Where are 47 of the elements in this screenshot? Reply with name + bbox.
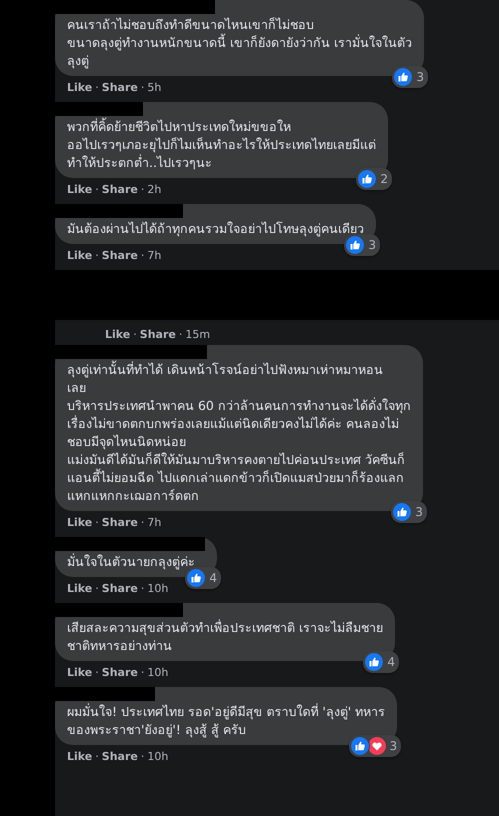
reaction-count[interactable]: 4 <box>363 651 399 673</box>
reaction-count[interactable]: 4 <box>185 567 221 589</box>
like-link[interactable]: Like <box>67 183 92 196</box>
share-link[interactable]: Share <box>102 183 138 196</box>
separator-dot: · <box>140 516 144 529</box>
share-link[interactable]: Share <box>102 666 138 679</box>
like-link[interactable]: Like <box>105 328 130 341</box>
share-link[interactable]: Share <box>102 249 138 262</box>
comment-time: 10h <box>147 666 168 679</box>
like-link[interactable]: Like <box>67 582 92 595</box>
separator-dot: · <box>140 582 144 595</box>
reaction-count[interactable]: 3 <box>392 66 428 88</box>
reaction-count[interactable]: 3 <box>344 234 380 256</box>
comment-time: 5h <box>147 81 162 94</box>
separator-dot: · <box>140 183 144 196</box>
reaction-count[interactable]: 2 <box>356 168 392 190</box>
comment-time: 7h <box>147 516 162 529</box>
like-link[interactable]: Like <box>67 666 92 679</box>
separator-dot: · <box>133 328 137 341</box>
like-link[interactable]: Like <box>67 81 92 94</box>
separator-dot: · <box>140 249 144 262</box>
separator-dot: · <box>95 249 99 262</box>
separator-dot: · <box>140 81 144 94</box>
share-link[interactable]: Share <box>102 81 138 94</box>
separator-dot: · <box>178 328 182 341</box>
separator-dot: · <box>95 666 99 679</box>
share-link[interactable]: Share <box>102 750 138 763</box>
comment-time: 15m <box>185 328 210 341</box>
comment-time: 7h <box>147 249 162 262</box>
like-link[interactable]: Like <box>67 516 92 529</box>
comment-time: 10h <box>147 750 168 763</box>
separator-dot: · <box>140 750 144 763</box>
separator-dot: · <box>95 582 99 595</box>
separator-dot: · <box>95 183 99 196</box>
separator-dot: · <box>95 81 99 94</box>
like-link[interactable]: Like <box>67 750 92 763</box>
reaction-count[interactable]: 3 <box>348 735 402 757</box>
separator-dot: · <box>140 666 144 679</box>
comment-time: 2h <box>147 183 162 196</box>
share-link[interactable]: Share <box>140 328 176 341</box>
reaction-count[interactable]: 3 <box>391 501 427 523</box>
like-link[interactable]: Like <box>67 249 92 262</box>
separator-dot: · <box>95 750 99 763</box>
separator-dot: · <box>95 516 99 529</box>
comment-time: 10h <box>147 582 168 595</box>
share-link[interactable]: Share <box>102 582 138 595</box>
share-link[interactable]: Share <box>102 516 138 529</box>
